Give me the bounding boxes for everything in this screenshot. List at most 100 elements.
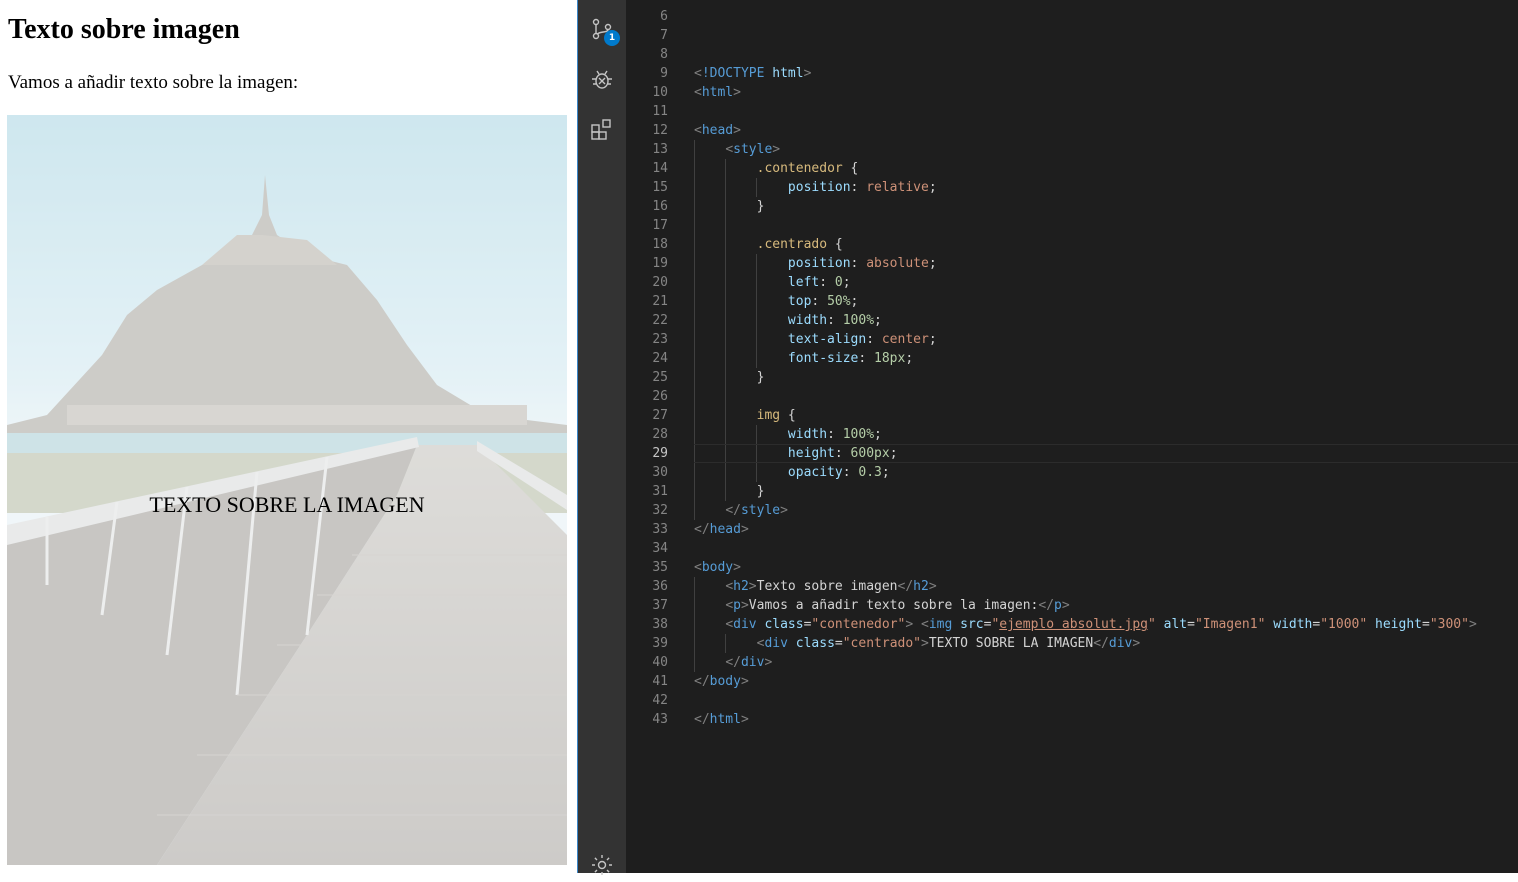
code-token: ; [850, 294, 859, 309]
code-token: html [709, 712, 741, 727]
code-token: height [1375, 617, 1422, 632]
preview-image-container: TEXTO SOBRE LA IMAGEN [7, 115, 567, 865]
code-line: width: 100%; [694, 311, 882, 330]
code-token: h2 [733, 579, 749, 594]
code-token: "centrado" [842, 636, 922, 651]
line-number: 20 [652, 275, 668, 290]
line-number: 21 [652, 294, 668, 309]
code-token: = [1187, 617, 1195, 632]
code-token: > [928, 579, 937, 594]
code-line: <!DOCTYPE html> [694, 64, 811, 83]
line-number: 31 [652, 484, 668, 499]
code-token: ; [889, 446, 898, 461]
code-token: ; [874, 427, 882, 442]
line-number: 25 [652, 370, 668, 385]
code-token: div [764, 636, 788, 651]
code-line: } [694, 482, 765, 501]
code-line: </style> [694, 501, 788, 520]
code-token: < [694, 560, 702, 575]
code-token: "Imagen1" [1194, 617, 1266, 632]
line-number: 12 [652, 123, 668, 138]
code-token: center [881, 332, 929, 347]
line-number: 43 [652, 712, 668, 727]
line-number: 9 [660, 66, 668, 81]
line-number: 14 [652, 161, 668, 176]
code-token: > [733, 85, 741, 100]
code-token: { [842, 161, 859, 176]
code-token: < [694, 85, 702, 100]
code-line: position: relative; [694, 178, 937, 197]
line-number: 17 [652, 218, 668, 233]
code-token: ; [905, 351, 914, 366]
code-editor[interactable]: 6 7 8 9 10 11 12 13 14 15 16 17 18 19 20 21 22 23 24 25 26 27… [626, 0, 1518, 873]
code-token: < [725, 142, 734, 157]
code-token: ; [928, 180, 937, 195]
code-token: </ [897, 579, 914, 594]
extensions-icon[interactable] [590, 118, 614, 142]
line-number: 39 [652, 636, 668, 651]
code-token: " [1148, 617, 1156, 632]
code-token: style [740, 503, 781, 518]
code-token: : [866, 332, 882, 347]
browser-preview: Texto sobre imagen Vamos a añadir texto … [0, 0, 577, 873]
code-token: } [694, 370, 765, 385]
line-number: 6 [660, 9, 668, 24]
line-number: 41 [652, 674, 668, 689]
page-heading: Texto sobre imagen [8, 14, 240, 45]
code-token: { [780, 408, 796, 423]
code-line: height: 600px; [694, 444, 898, 463]
line-number: 36 [652, 579, 668, 594]
code-token: > [772, 142, 781, 157]
code-token: > [1468, 617, 1477, 632]
line-number: 13 [652, 142, 668, 157]
code-line: .contenedor { [694, 159, 859, 178]
code-token: < [725, 598, 734, 613]
line-number: 11 [652, 104, 668, 119]
debug-icon[interactable] [590, 67, 614, 91]
code-line: .centrado { [694, 235, 843, 254]
code-token: </ [725, 655, 741, 670]
code-token: : [834, 446, 851, 461]
line-number: 10 [652, 85, 668, 100]
code-token: > [921, 636, 929, 651]
code-line: <div class="contenedor"> <img src="ejemp… [694, 615, 1477, 634]
code-token: < [921, 617, 929, 632]
code-line: position: absolute; [694, 254, 937, 273]
code-line: width: 100%; [694, 425, 882, 444]
code-token: height [787, 446, 835, 461]
code-token: { [827, 237, 843, 252]
line-number: 15 [652, 180, 668, 195]
code-token: > [740, 712, 749, 727]
code-token: </ [694, 522, 710, 537]
code-line: </head> [694, 520, 749, 539]
code-token: html [701, 85, 734, 100]
line-number: 38 [652, 617, 668, 632]
code-token: !DOCTYPE [701, 66, 773, 81]
code-token: p [1054, 598, 1062, 613]
code-token: </ [1038, 598, 1055, 613]
code-token: > [764, 655, 773, 670]
code-token: > [740, 674, 749, 689]
settings-gear-icon[interactable] [590, 853, 614, 877]
code-token: "1000" [1320, 617, 1368, 632]
code-line: left: 0; [694, 273, 851, 292]
code-token: : [827, 313, 843, 328]
code-token: ; [881, 465, 890, 480]
source-control-badge: 1 [604, 30, 620, 46]
code-token: "contenedor" [811, 617, 906, 632]
code-token: .contenedor [756, 161, 843, 176]
code-token: 18px [874, 351, 906, 366]
code-token: = [834, 636, 843, 651]
line-number: 28 [652, 427, 668, 442]
